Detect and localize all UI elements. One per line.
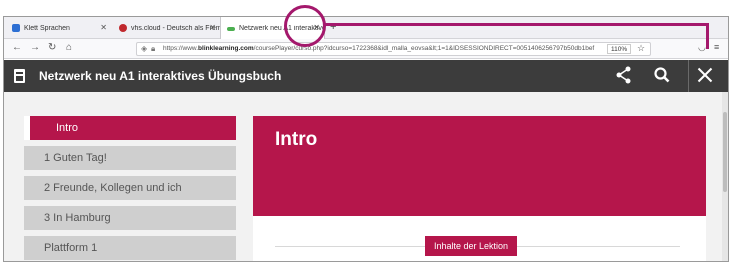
- pocket-icon[interactable]: ◡: [698, 42, 706, 53]
- close-icon[interactable]: [697, 66, 713, 90]
- share-icon[interactable]: [616, 66, 632, 90]
- sidebar-item-freunde[interactable]: 2 Freunde, Kollegen und ich: [24, 176, 236, 200]
- tab-label: vhs.cloud - Deutsch als Fremdsp...: [131, 24, 220, 32]
- browser-tab-klett[interactable]: Klett Sprachen ✕: [6, 17, 111, 39]
- vhs-favicon-icon: [119, 24, 127, 32]
- app-title: Netzwerk neu A1 interaktives Übungsbuch: [39, 69, 282, 83]
- sidebar-item-hamburg[interactable]: 3 In Hamburg: [24, 206, 236, 230]
- browser-tab-vhs[interactable]: vhs.cloud - Deutsch als Fremdsp... ✕: [113, 17, 220, 39]
- tab-strip: Klett Sprachen ✕ vhs.cloud - Deutsch als…: [4, 17, 728, 40]
- home-icon[interactable]: ⌂: [66, 42, 72, 53]
- reload-icon[interactable]: ↻: [48, 42, 56, 53]
- lesson-sidebar: Intro 1 Guten Tag! 2 Freunde, Kollegen u…: [24, 116, 236, 261]
- address-bar[interactable]: ◈ 🔒︎ https://www.blinklearning.com/cours…: [136, 42, 651, 56]
- lesson-contents-button[interactable]: Inhalte der Lektion: [425, 236, 518, 256]
- sidebar-item-plattform[interactable]: Plattform 1: [24, 236, 236, 260]
- klett-favicon-icon: [12, 24, 20, 32]
- close-tab-icon[interactable]: ✕: [100, 23, 107, 32]
- sidebar-item-guten-tag[interactable]: 1 Guten Tag!: [24, 146, 236, 170]
- url-text[interactable]: https://www.blinklearning.com/coursePlay…: [163, 45, 603, 52]
- lesson-card: Intro Inhalte der Lektion: [253, 116, 706, 261]
- course-content: Intro 1 Guten Tag! 2 Freunde, Kollegen u…: [4, 92, 728, 261]
- browser-window: Klett Sprachen ✕ vhs.cloud - Deutsch als…: [3, 16, 729, 262]
- sidebar-item-intro[interactable]: Intro: [24, 116, 236, 140]
- scrollbar[interactable]: [722, 92, 728, 261]
- search-icon[interactable]: [654, 66, 670, 90]
- tab-label: Klett Sprachen: [24, 24, 70, 32]
- annotation-connector-line: [325, 23, 709, 26]
- shield-icon[interactable]: ◈: [141, 44, 147, 53]
- annotation-circle: [284, 5, 326, 47]
- back-arrow-icon[interactable]: ←: [12, 42, 22, 53]
- bookmark-star-icon[interactable]: ☆: [637, 43, 645, 54]
- menu-icon[interactable]: ≡: [714, 42, 719, 52]
- close-tab-icon[interactable]: ✕: [209, 23, 216, 32]
- app-header: Netzwerk neu A1 interaktives Übungsbuch: [4, 60, 728, 92]
- zoom-level[interactable]: 110%: [607, 44, 632, 54]
- lesson-title: Intro: [275, 129, 318, 150]
- lock-icon[interactable]: 🔒︎: [151, 44, 155, 54]
- header-divider: [688, 60, 689, 92]
- navigation-bar: ← → ↻ ⌂ ◈ 🔒︎ https://www.blinklearning.c…: [4, 39, 728, 59]
- lesson-card-header: Intro: [253, 116, 706, 216]
- scrollbar-thumb[interactable]: [723, 112, 727, 192]
- book-icon[interactable]: [14, 69, 25, 83]
- netzwerk-favicon-icon: [227, 26, 235, 31]
- annotation-connector-line: [706, 23, 709, 49]
- forward-arrow-icon[interactable]: →: [30, 42, 40, 53]
